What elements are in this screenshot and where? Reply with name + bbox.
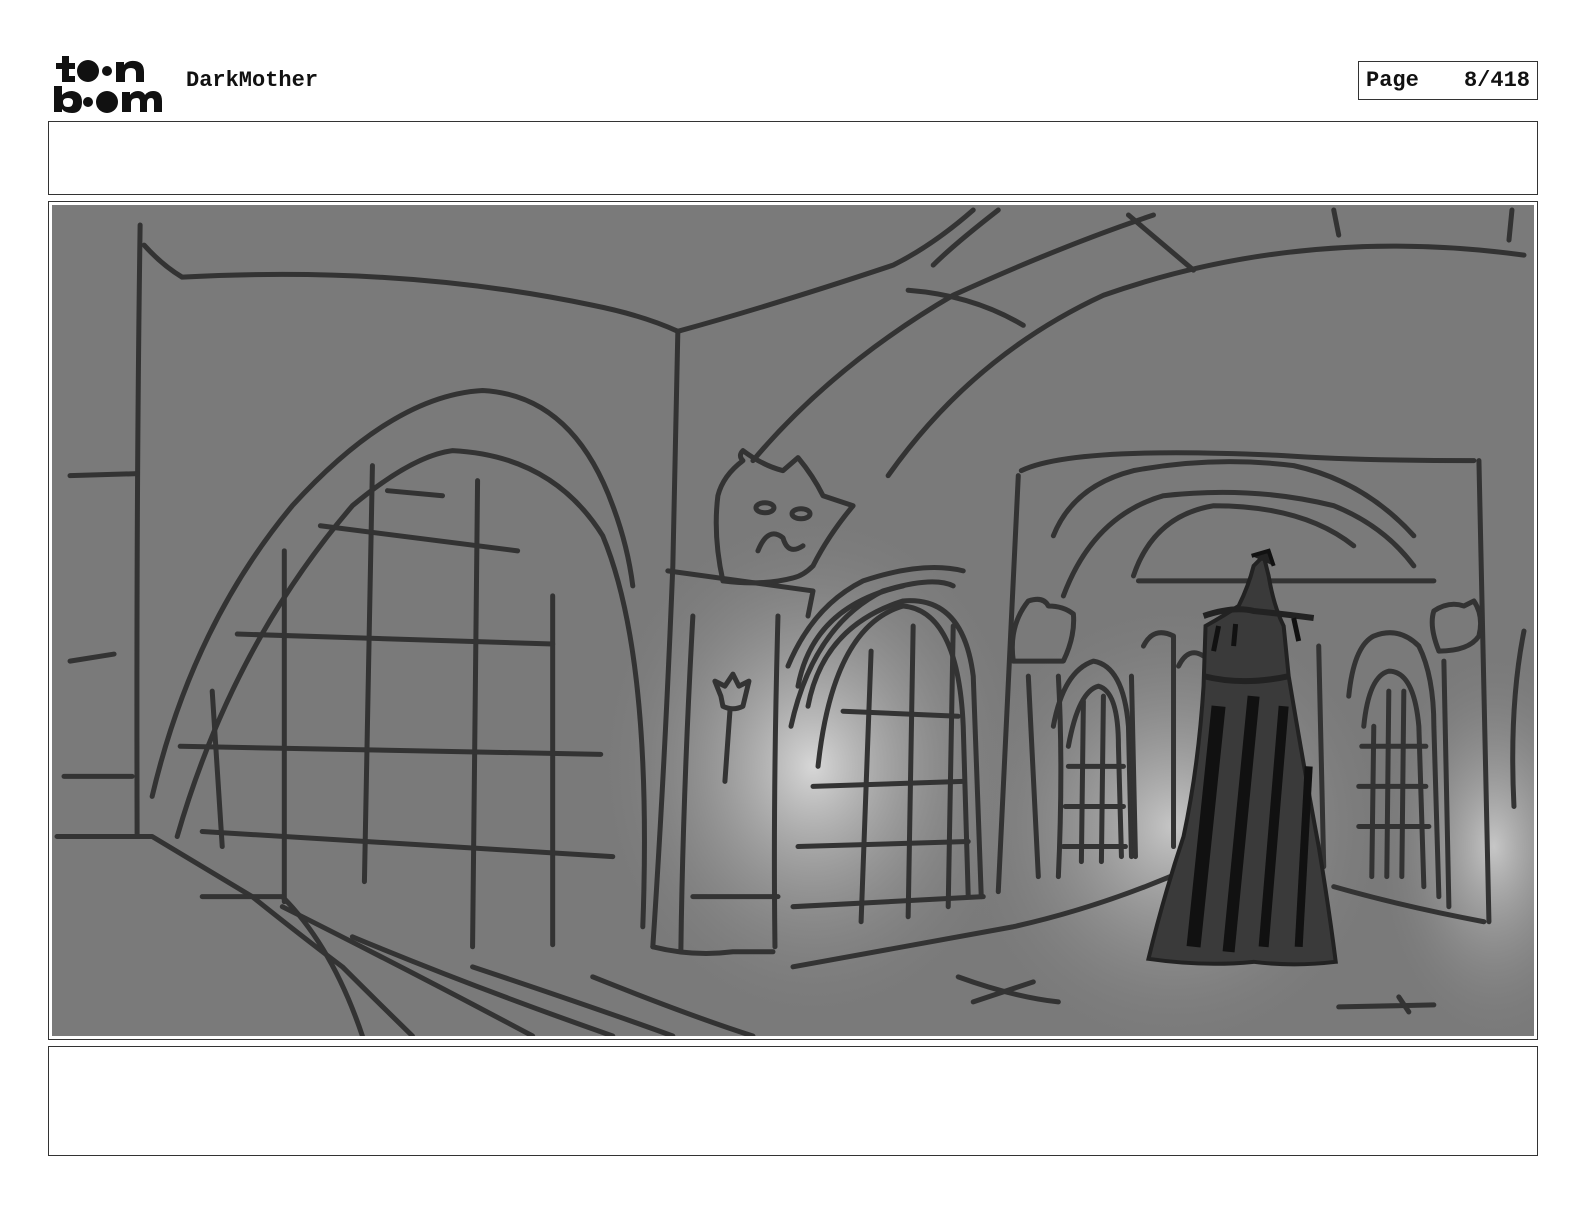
project-title: DarkMother <box>186 68 319 93</box>
page-number: 8/418 <box>1463 68 1530 93</box>
dialogue-notes-panel[interactable] <box>48 1046 1538 1156</box>
action-notes-panel[interactable] <box>48 121 1538 195</box>
page-indicator: Page 8/418 <box>1358 61 1538 100</box>
storyboard-sketch <box>52 205 1534 1036</box>
toonboom-logo <box>54 56 162 113</box>
page-label: Page <box>1366 68 1419 93</box>
storyboard-panel <box>48 201 1538 1040</box>
